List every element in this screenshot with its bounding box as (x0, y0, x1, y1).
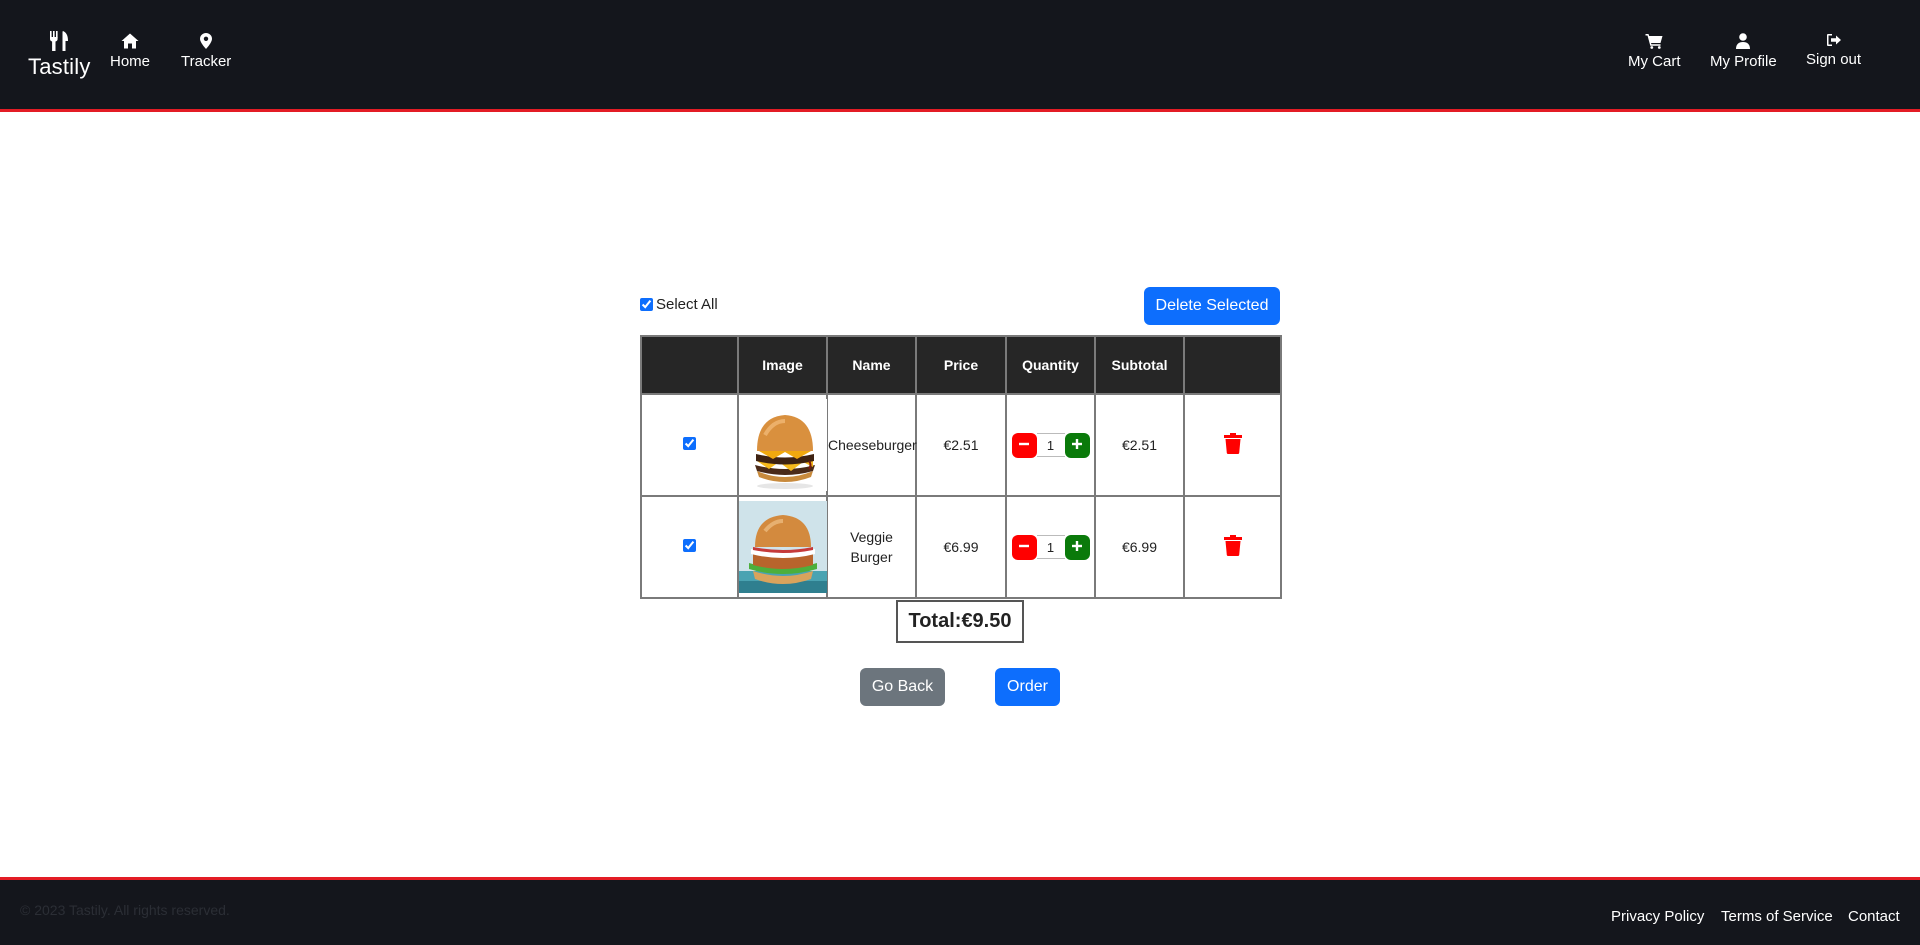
decrease-quantity-button[interactable] (1011, 432, 1037, 458)
nav-my-cart-label: My Cart (1628, 53, 1681, 70)
row-subtotal-cell: €6.99 (1094, 495, 1185, 599)
brand-name: Tastily (28, 54, 91, 79)
header-name: Name (826, 335, 917, 395)
increase-quantity-button[interactable] (1064, 534, 1090, 560)
decrease-quantity-button[interactable] (1011, 534, 1037, 560)
item-subtotal: €6.99 (1121, 539, 1158, 555)
row-subtotal-cell: €2.51 (1094, 393, 1185, 497)
footer-link-terms-of-service[interactable]: Terms of Service (1721, 908, 1833, 925)
brand-link[interactable]: Tastily (28, 30, 90, 80)
footer: © 2023 Tastily. All rights reserved. Pri… (0, 877, 1920, 945)
header-subtotal: Subtotal (1094, 335, 1185, 395)
quantity-stepper (1007, 432, 1094, 458)
row-price-cell: €6.99 (915, 495, 1007, 599)
copyright-text: © 2023 Tastily. All rights reserved. (20, 902, 230, 918)
nav-tracker-label: Tracker (181, 53, 232, 70)
cart-total: Total: €9.50 (896, 600, 1024, 643)
row-name-cell: Veggie Burger (826, 495, 917, 599)
home-icon (110, 33, 150, 49)
go-back-button[interactable]: Go Back (860, 668, 945, 706)
row-quantity-cell (1005, 495, 1096, 599)
item-name: Veggie Burger (850, 529, 893, 565)
veggie-burger-image (739, 501, 827, 593)
header-quantity: Quantity (1005, 335, 1096, 395)
quantity-stepper (1007, 534, 1094, 560)
nav-tracker[interactable]: Tracker (181, 33, 231, 70)
map-marker-icon (181, 33, 231, 49)
nav-home-label: Home (110, 53, 151, 70)
row-select-cell (640, 393, 739, 497)
select-all-checkbox[interactable] (640, 298, 653, 311)
plus-icon (1071, 438, 1083, 453)
nav-my-profile[interactable]: My Profile (1710, 33, 1777, 70)
row-delete-cell (1183, 393, 1282, 497)
increase-quantity-button[interactable] (1064, 432, 1090, 458)
nav-sign-out-label: Sign out (1806, 51, 1862, 68)
nav-sign-out[interactable]: Sign out (1806, 33, 1861, 68)
order-button[interactable]: Order (995, 668, 1060, 706)
header-price: Price (915, 335, 1007, 395)
header-image: Image (737, 335, 828, 395)
cheeseburger-image (739, 399, 827, 491)
row-image-cell (737, 495, 828, 599)
minus-icon (1018, 540, 1030, 555)
row-image-cell (737, 393, 828, 497)
cart-table: Image Name Price Quantity Subtotal Chees… (640, 335, 1282, 599)
total-label: Total: (908, 610, 962, 632)
nav-my-profile-label: My Profile (1710, 53, 1777, 70)
item-subtotal: €2.51 (1121, 437, 1158, 453)
row-name-cell: Cheeseburger (826, 393, 917, 497)
user-icon (1710, 33, 1777, 49)
select-all-label: Select All (656, 296, 718, 313)
trash-icon[interactable] (1223, 433, 1242, 457)
header-select (640, 335, 739, 395)
item-name: Cheeseburger (828, 437, 917, 453)
trash-icon[interactable] (1223, 535, 1242, 559)
row-delete-cell (1183, 495, 1282, 599)
table-row: Cheeseburger €2.51 €2.51 (640, 393, 1282, 497)
row-quantity-cell (1005, 393, 1096, 497)
sign-out-icon (1806, 33, 1861, 47)
quantity-input[interactable] (1036, 535, 1065, 559)
delete-selected-button[interactable]: Delete Selected (1144, 287, 1280, 325)
total-value: €9.50 (961, 610, 1012, 632)
utensils-icon (28, 30, 90, 52)
select-all[interactable]: Select All (640, 296, 718, 313)
minus-icon (1018, 438, 1030, 453)
row-checkbox[interactable] (683, 437, 696, 450)
header-actions (1183, 335, 1282, 395)
row-price-cell: €2.51 (915, 393, 1007, 497)
quantity-input[interactable] (1036, 433, 1065, 457)
nav-my-cart[interactable]: My Cart (1628, 33, 1681, 70)
shopping-cart-icon (1628, 33, 1681, 49)
table-row: Veggie Burger €6.99 €6.99 (640, 495, 1282, 599)
item-price: €2.51 (943, 437, 979, 453)
row-checkbox[interactable] (683, 539, 696, 552)
table-header-row: Image Name Price Quantity Subtotal (640, 335, 1282, 395)
nav-home[interactable]: Home (110, 33, 150, 70)
footer-link-contact[interactable]: Contact (1848, 908, 1900, 925)
row-select-cell (640, 495, 739, 599)
plus-icon (1071, 540, 1083, 555)
navbar: Tastily Home Tracker My Cart My Profile … (0, 0, 1920, 112)
item-price: €6.99 (943, 539, 979, 555)
footer-link-privacy-policy[interactable]: Privacy Policy (1611, 908, 1704, 925)
